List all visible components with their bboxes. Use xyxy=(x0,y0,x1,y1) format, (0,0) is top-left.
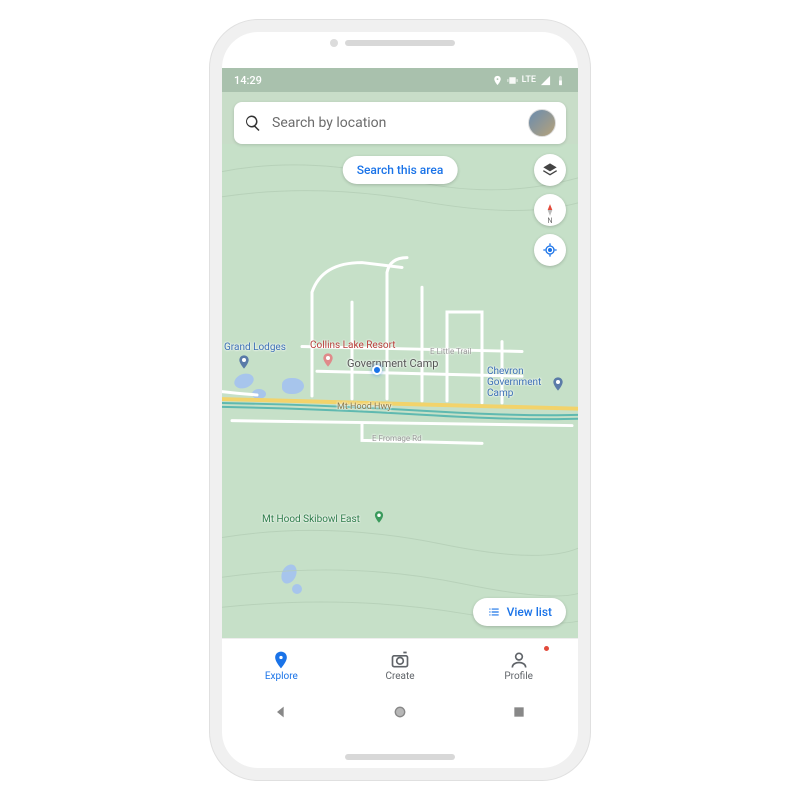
status-bar: 14:29 LTE xyxy=(222,68,578,92)
pin-chevron[interactable] xyxy=(550,376,566,392)
current-location-dot xyxy=(372,365,382,375)
system-nav xyxy=(222,692,578,732)
hwy-label: Mt Hood Hwy xyxy=(337,402,391,412)
view-list-label: View list xyxy=(507,605,552,619)
search-area-button[interactable]: Search this area xyxy=(343,156,458,184)
place-skibowl: Mt Hood Skibowl East xyxy=(262,514,360,525)
speaker-bottom xyxy=(345,754,455,760)
front-camera xyxy=(330,39,338,47)
nav-profile-label: Profile xyxy=(504,671,533,682)
screen: 14:29 LTE Search by location xyxy=(222,68,578,732)
camera-icon xyxy=(390,650,410,670)
nav-explore[interactable]: Explore xyxy=(222,639,341,692)
pin-skibowl[interactable] xyxy=(372,510,386,524)
speaker-top xyxy=(345,40,455,46)
explore-icon xyxy=(271,650,291,670)
nav-profile[interactable]: Profile xyxy=(459,639,578,692)
nav-create-label: Create xyxy=(385,671,414,682)
search-bar[interactable]: Search by location xyxy=(234,102,566,144)
search-placeholder: Search by location xyxy=(272,115,518,131)
layers-icon xyxy=(542,162,558,178)
avatar[interactable] xyxy=(528,109,556,137)
pin-grand-lodges[interactable] xyxy=(236,354,252,370)
view-list-button[interactable]: View list xyxy=(473,598,566,626)
nav-create[interactable]: Create xyxy=(341,639,460,692)
map-canvas[interactable]: Grand Lodges Collins Lake Resort Governm… xyxy=(222,144,578,638)
search-area-label: Search this area xyxy=(357,163,444,177)
pin-collins-lake[interactable] xyxy=(320,352,336,368)
battery-icon xyxy=(555,75,566,86)
vibrate-icon xyxy=(507,75,518,86)
place-gov-camp: Government Camp xyxy=(347,357,438,370)
signal-icon xyxy=(540,75,551,86)
my-location-icon xyxy=(542,242,558,258)
place-grand-lodges: Grand Lodges xyxy=(224,342,286,353)
compass-button[interactable]: N xyxy=(534,194,566,226)
status-time: 14:29 xyxy=(234,74,262,87)
compass-n: N xyxy=(548,217,553,225)
home-button[interactable] xyxy=(392,704,408,720)
profile-icon xyxy=(509,650,529,670)
bottom-nav: Explore Create Profile xyxy=(222,638,578,692)
network-type: LTE xyxy=(522,75,536,85)
phone-inner: 14:29 LTE Search by location xyxy=(222,32,578,768)
nav-explore-label: Explore xyxy=(265,671,298,682)
location-icon xyxy=(492,75,503,86)
place-collins-lake: Collins Lake Resort xyxy=(310,340,395,351)
phone-frame: 14:29 LTE Search by location xyxy=(210,20,590,780)
back-button[interactable] xyxy=(273,704,289,720)
notification-dot xyxy=(543,645,550,652)
recents-button[interactable] xyxy=(511,704,527,720)
my-location-button[interactable] xyxy=(534,234,566,266)
search-icon xyxy=(244,114,262,132)
trail-label: E Little Trail xyxy=(430,347,471,356)
list-icon xyxy=(487,605,501,619)
fromage-label: E Fromage Rd xyxy=(372,434,422,443)
status-right: LTE xyxy=(492,75,566,86)
layers-button[interactable] xyxy=(534,154,566,186)
compass-icon xyxy=(543,203,557,217)
